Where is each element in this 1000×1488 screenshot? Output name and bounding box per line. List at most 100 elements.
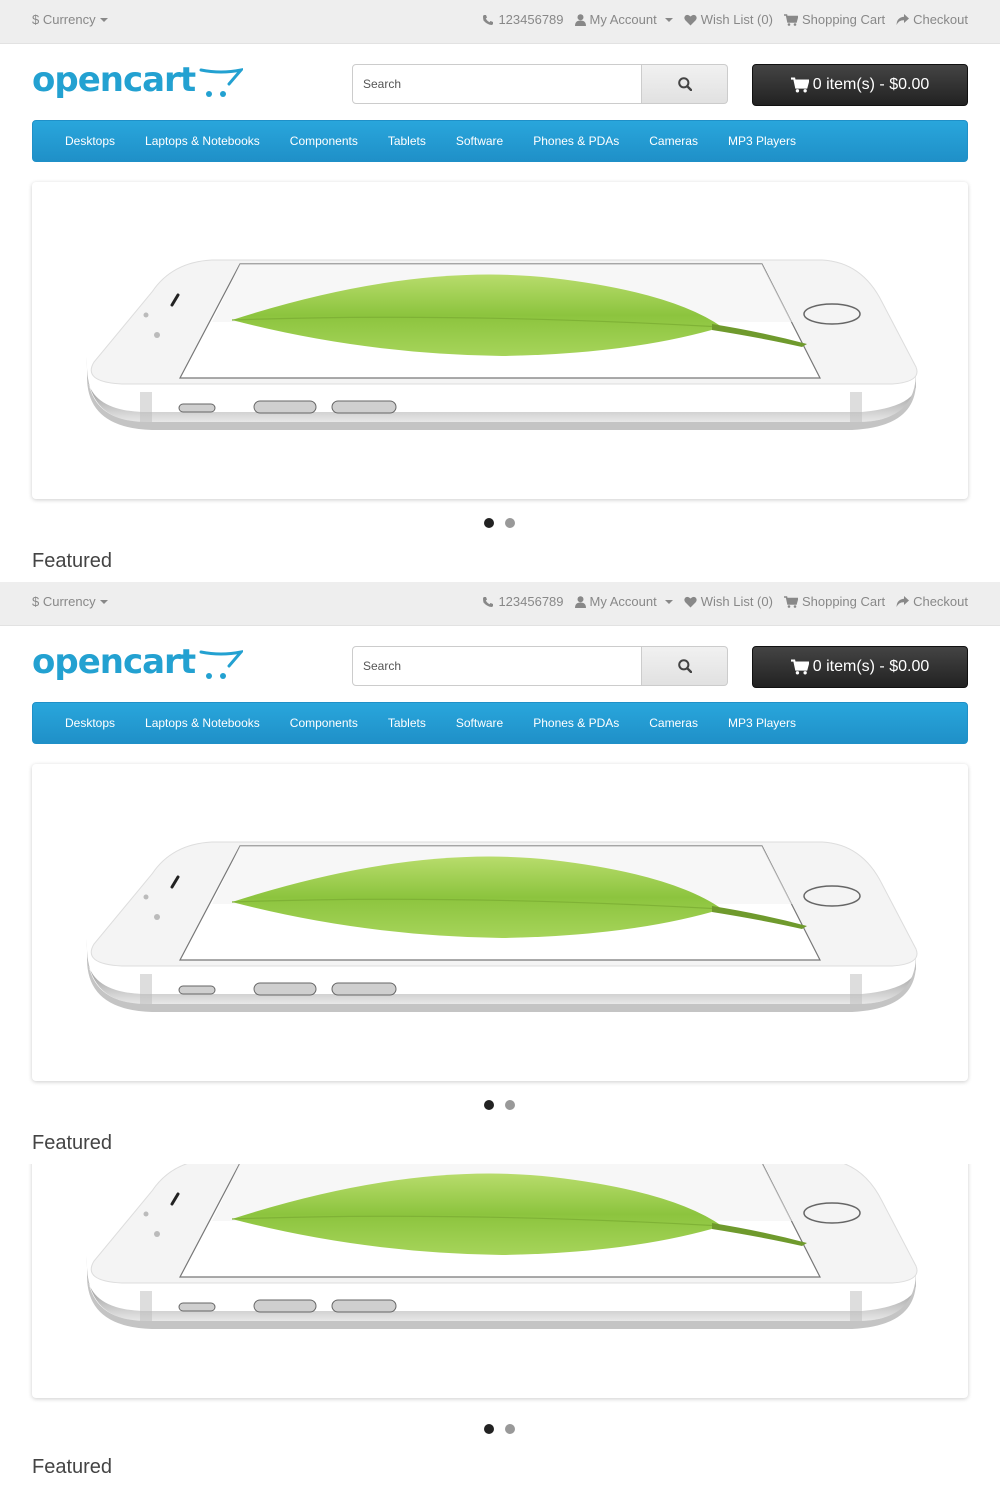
menu-item-cameras[interactable]: Cameras <box>634 120 713 162</box>
slideshow-pagination <box>484 518 515 528</box>
banner-phone-image <box>85 840 919 1014</box>
search-box <box>352 64 728 104</box>
search-icon <box>677 659 692 673</box>
menu-item-phones-pdas[interactable]: Phones & PDAs <box>518 120 634 162</box>
shopping-cart-label: Shopping Cart <box>801 594 886 609</box>
heart-icon <box>684 596 697 607</box>
page-frame-3: Featured <box>0 1164 1000 1488</box>
shopping-cart-link[interactable]: Shopping Cart <box>783 12 886 27</box>
menu-item-tablets[interactable]: Tablets <box>373 702 441 744</box>
phone-icon <box>483 596 494 607</box>
cart-icon <box>790 659 809 675</box>
currency-label: $ Currency <box>32 594 96 609</box>
menu-item-desktops[interactable]: Desktops <box>50 702 130 744</box>
logo-cart-icon <box>199 68 244 97</box>
shopping-cart-link[interactable]: Shopping Cart <box>783 594 886 609</box>
menu-item-components[interactable]: Components <box>275 120 373 162</box>
logo-text: opencart <box>32 60 196 100</box>
chevron-down-icon <box>99 600 108 604</box>
store-logo[interactable]: opencart <box>32 642 244 682</box>
search-icon <box>677 77 692 91</box>
share-icon <box>896 595 910 607</box>
top-bar: $ Currency 123456789 My Account Wish Lis… <box>0 0 1000 44</box>
menu-item-software[interactable]: Software <box>441 702 518 744</box>
currency-dropdown[interactable]: $ Currency <box>32 12 108 27</box>
cart-total: 0 item(s) - $0.00 <box>812 76 930 93</box>
slide-dot-1[interactable] <box>484 1100 494 1110</box>
phone-link[interactable]: 123456789 <box>482 594 564 609</box>
checkout-link[interactable]: Checkout <box>896 12 968 27</box>
user-icon <box>574 595 586 608</box>
cart-icon <box>790 77 809 93</box>
currency-dropdown[interactable]: $ Currency <box>32 594 108 609</box>
my-account-label: My Account <box>589 12 657 27</box>
my-account-dropdown[interactable]: My Account <box>574 594 673 609</box>
chevron-down-icon <box>664 17 673 22</box>
phone-number: 123456789 <box>498 12 564 27</box>
search-input[interactable] <box>352 646 642 686</box>
logo-cart-icon <box>199 650 244 679</box>
page-frame-1: $ Currency 123456789 My Account Wish Lis… <box>0 0 1000 582</box>
featured-heading: Featured <box>32 1456 113 1478</box>
menu-item-cameras[interactable]: Cameras <box>634 702 713 744</box>
my-account-label: My Account <box>589 594 657 609</box>
top-bar: $ Currency 123456789 My Account Wish Lis… <box>0 582 1000 626</box>
phone-link[interactable]: 123456789 <box>482 12 564 27</box>
cart-total: 0 item(s) - $0.00 <box>812 658 930 675</box>
share-icon <box>896 13 910 25</box>
search-button[interactable] <box>642 64 728 104</box>
banner-phone-image <box>85 258 919 432</box>
slideshow-banner[interactable] <box>32 1164 968 1398</box>
store-logo[interactable]: opencart <box>32 60 244 100</box>
menu-item-components[interactable]: Components <box>275 702 373 744</box>
cart-icon <box>783 595 798 608</box>
main-menu: Desktops Laptops & Notebooks Components … <box>32 120 968 162</box>
user-icon <box>574 13 586 26</box>
top-links: 123456789 My Account Wish List (0) Shopp… <box>482 12 968 27</box>
slide-dot-1[interactable] <box>484 1424 494 1434</box>
phone-icon <box>483 14 494 25</box>
menu-item-software[interactable]: Software <box>441 120 518 162</box>
search-button[interactable] <box>642 646 728 686</box>
slideshow-banner[interactable] <box>32 764 968 1081</box>
slide-dot-2[interactable] <box>505 1424 515 1434</box>
banner-phone-image <box>85 1164 919 1331</box>
checkout-label: Checkout <box>913 594 968 609</box>
menu-item-laptops-notebooks[interactable]: Laptops & Notebooks <box>130 702 275 744</box>
cart-button[interactable]: 0 item(s) - $0.00 <box>752 64 968 106</box>
menu-item-desktops[interactable]: Desktops <box>50 120 130 162</box>
search-box <box>352 646 728 686</box>
slideshow-pagination <box>484 1424 515 1434</box>
slide-dot-1[interactable] <box>484 518 494 528</box>
checkout-label: Checkout <box>913 12 968 27</box>
cart-button[interactable]: 0 item(s) - $0.00 <box>752 646 968 688</box>
slide-dot-2[interactable] <box>505 518 515 528</box>
menu-item-mp3-players[interactable]: MP3 Players <box>713 120 811 162</box>
header: opencart 0 item(s) - $0.00 <box>0 626 1000 702</box>
my-account-dropdown[interactable]: My Account <box>574 12 673 27</box>
checkout-link[interactable]: Checkout <box>896 594 968 609</box>
heart-icon <box>684 14 697 25</box>
wish-list-label: Wish List (0) <box>700 12 773 27</box>
page-frame-2: $ Currency 123456789 My Account Wish Lis… <box>0 582 1000 1164</box>
menu-item-laptops-notebooks[interactable]: Laptops & Notebooks <box>130 120 275 162</box>
menu-item-phones-pdas[interactable]: Phones & PDAs <box>518 702 634 744</box>
header: opencart 0 item(s) - $0.00 <box>0 44 1000 120</box>
featured-heading: Featured <box>32 550 113 572</box>
wish-list-link[interactable]: Wish List (0) <box>684 12 773 27</box>
slide-dot-2[interactable] <box>505 1100 515 1110</box>
slideshow-banner[interactable] <box>32 182 968 499</box>
chevron-down-icon <box>664 599 673 604</box>
phone-number: 123456789 <box>498 594 564 609</box>
menu-item-mp3-players[interactable]: MP3 Players <box>713 702 811 744</box>
wish-list-link[interactable]: Wish List (0) <box>684 594 773 609</box>
menu-item-tablets[interactable]: Tablets <box>373 120 441 162</box>
currency-label: $ Currency <box>32 12 96 27</box>
slideshow-pagination <box>484 1100 515 1110</box>
search-input[interactable] <box>352 64 642 104</box>
main-menu: Desktops Laptops & Notebooks Components … <box>32 702 968 744</box>
chevron-down-icon <box>99 18 108 22</box>
logo-text: opencart <box>32 642 196 682</box>
cart-icon <box>783 13 798 26</box>
shopping-cart-label: Shopping Cart <box>801 12 886 27</box>
